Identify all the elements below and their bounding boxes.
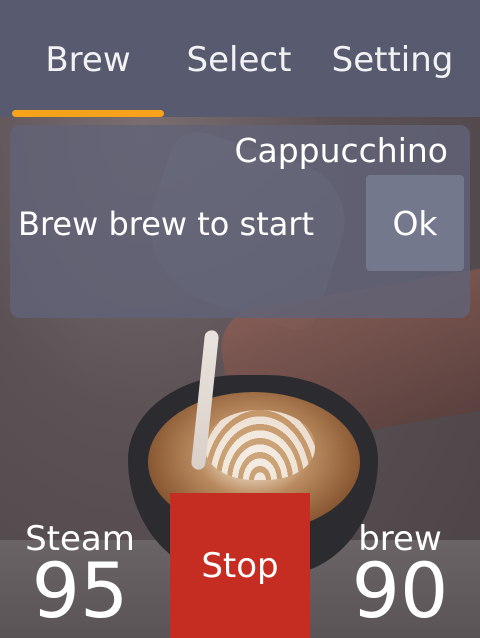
brew-readout: brew 90 <box>345 522 455 635</box>
active-tab-indicator <box>12 110 164 117</box>
steam-readout: Steam 95 <box>18 522 142 635</box>
tab-bar: Brew Select Setting <box>0 0 480 117</box>
tab-select[interactable]: Select <box>182 40 296 80</box>
steam-value: 95 <box>31 546 129 635</box>
latte-art <box>205 410 315 480</box>
tab-brew[interactable]: Brew <box>38 40 138 80</box>
tab-setting[interactable]: Setting <box>325 40 460 80</box>
message-box: Cappucchino Brew brew to start Ok <box>10 125 470 318</box>
brew-value: 90 <box>351 546 449 635</box>
stop-button[interactable]: Stop <box>170 493 310 638</box>
ok-button[interactable]: Ok <box>366 175 464 271</box>
message-title: Cappucchino <box>234 131 448 170</box>
message-text: Brew brew to start <box>18 205 315 243</box>
